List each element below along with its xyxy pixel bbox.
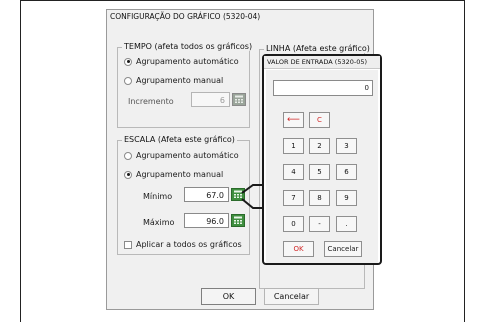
key-4[interactable]: 4: [283, 164, 304, 180]
key-5[interactable]: 5: [309, 164, 330, 180]
backspace-key[interactable]: ⟵: [283, 112, 304, 128]
key-1[interactable]: 1: [283, 138, 304, 154]
key-3[interactable]: 3: [336, 138, 357, 154]
key-6[interactable]: 6: [336, 164, 357, 180]
key-decimal[interactable]: .: [336, 216, 357, 232]
keypad-title: VALOR DE ENTRADA (5320-05): [264, 56, 380, 69]
callout-connector: [241, 184, 264, 209]
keypad-body: 0 ⟵ C 1 2 3 4 5 6 7 8 9 0 - . OK Cancela…: [266, 70, 378, 263]
key-2[interactable]: 2: [309, 138, 330, 154]
key-7[interactable]: 7: [283, 190, 304, 206]
input-value-keypad: VALOR DE ENTRADA (5320-05) 0 ⟵ C 1 2 3 4…: [262, 54, 382, 265]
key-8[interactable]: 8: [309, 190, 330, 206]
keypad-ok-button[interactable]: OK: [283, 241, 314, 257]
keypad-cancel-button[interactable]: Cancelar: [324, 241, 362, 257]
clear-key[interactable]: C: [309, 112, 330, 128]
key-0[interactable]: 0: [283, 216, 304, 232]
keypad-display[interactable]: 0: [273, 80, 373, 96]
key-9[interactable]: 9: [336, 190, 357, 206]
key-minus[interactable]: -: [309, 216, 330, 232]
